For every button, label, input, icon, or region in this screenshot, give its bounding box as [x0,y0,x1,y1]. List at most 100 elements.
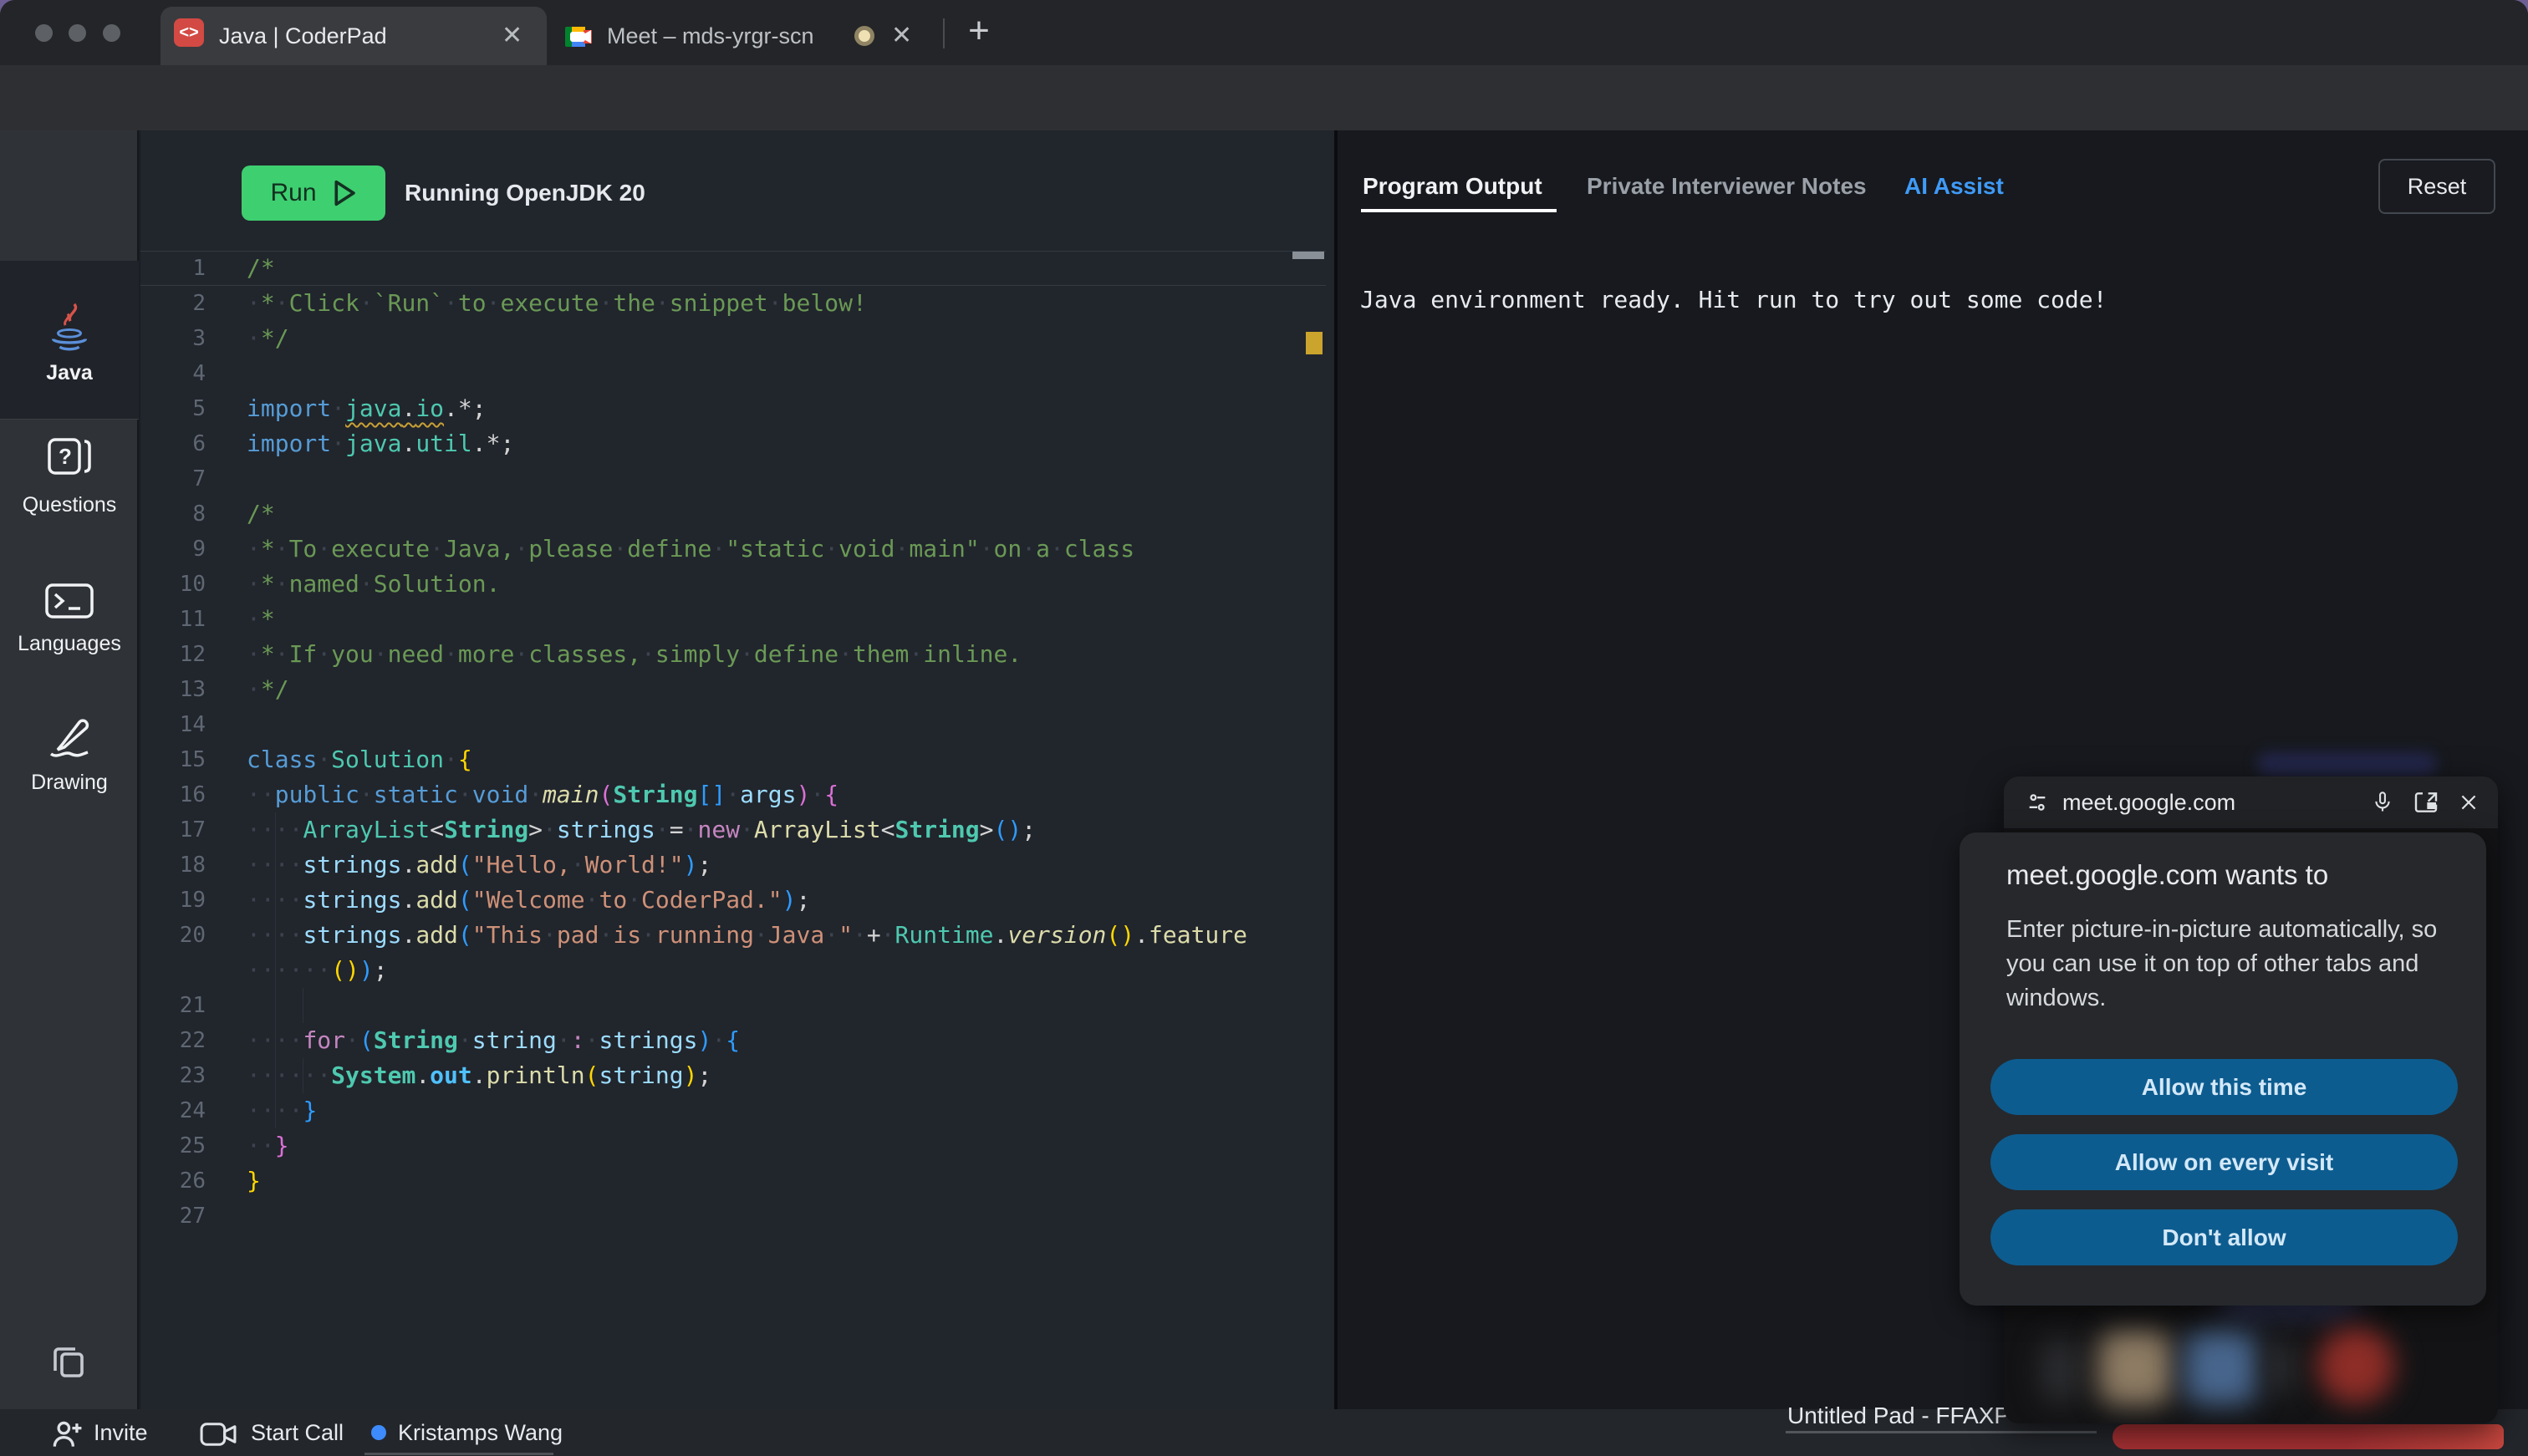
tab-meet-close-icon[interactable]: ✕ [891,7,912,65]
line-number: 23 [140,1058,206,1093]
code-line: 26} [140,1163,1326,1199]
line-number: 1 [140,251,206,286]
tab-program-output[interactable]: Program Output [1363,160,1542,212]
allow-this-time-button[interactable]: Allow this time [1990,1059,2458,1115]
sidebar-item-drawing[interactable]: Drawing [0,715,139,795]
line-number: 10 [140,567,206,602]
macos-close-button[interactable] [35,24,53,42]
code-line: 9·*·To·execute·Java,·please·define·"stat… [140,532,1326,567]
code-line: 24····} [140,1093,1326,1128]
end-interview-bar[interactable] [2113,1424,2504,1449]
active-tab-underline [1361,209,1557,212]
start-call-button[interactable]: Start Call [251,1409,344,1456]
user-name[interactable]: Kristamps Wang [398,1409,563,1456]
pip-permission-dialog: meet.google.com wants to Enter picture-i… [1960,832,2486,1306]
sidebar-item-languages[interactable]: Languages [0,582,139,656]
sidebar-languages-label: Languages [0,632,139,656]
pad-title[interactable]: Untitled Pad - FFAXP [1787,1403,2010,1429]
run-button[interactable]: Run [242,165,385,221]
line-number: 17 [140,812,206,848]
user-presence-dot [371,1425,386,1440]
pip-leave-call-button-blurred[interactable] [2317,1327,2394,1404]
code-line: 16··public·static·void·main(String[]·arg… [140,777,1326,812]
pip-close-icon[interactable] [2458,792,2480,813]
tab-divider [943,18,945,48]
line-number: 6 [140,426,206,461]
line-number: 24 [140,1093,206,1128]
code-line: 8/* [140,496,1326,532]
macos-minimize-button[interactable] [69,24,86,42]
line-number: 18 [140,848,206,883]
pip-camera-button-blurred[interactable] [2184,1331,2258,1405]
line-number: 3 [140,321,206,356]
line-number: 22 [140,1023,206,1058]
overview-ruler-warning-marker [1306,332,1323,354]
new-tab-button[interactable]: + [958,10,1000,52]
sidebar-questions-label: Questions [0,493,139,517]
line-number: 25 [140,1128,206,1163]
invite-button[interactable]: Invite [94,1409,148,1456]
copy-pad-icon[interactable] [48,1341,89,1381]
code-line: 21 [140,988,1326,1023]
browser-tab-strip: <> Java | CoderPad ✕ Meet – mds-yrgr-scn… [0,0,2528,65]
tab-ai-assist[interactable]: AI Assist [1904,160,2004,212]
code-line: ······()); [140,953,1326,988]
reset-button[interactable]: Reset [2378,159,2495,214]
sidebar-item-questions[interactable]: ? Questions [0,435,139,517]
code-line: 15class·Solution·{ [140,742,1326,777]
dialog-body: Enter picture-in-picture automatically, … [2006,913,2448,1016]
sidebar-item-java[interactable]: Java [0,261,139,420]
svg-text:?: ? [59,444,72,469]
code-line: 2·*·Click·`Run`·to·execute·the·snippet·b… [140,286,1326,321]
code-line: 17····ArrayList<String>·strings·=·new·Ar… [140,812,1326,848]
pip-glow [2257,752,2437,776]
line-number: 19 [140,883,206,918]
dont-allow-button[interactable]: Don't allow [1990,1209,2458,1265]
code-line: 11·* [140,602,1326,637]
pip-mic-button-blurred[interactable] [2098,1331,2172,1405]
tab-meet[interactable]: Meet – mds-yrgr-scn [552,7,945,65]
start-call-camera-icon[interactable] [199,1418,237,1451]
code-editor[interactable]: 1/*2·*·Click·`Run`·to·execute·the·snippe… [140,251,1326,1234]
line-number: 20 [140,918,206,953]
code-line: 18····strings.add("Hello,·World!"); [140,848,1326,883]
coderpad-favicon: <> [174,18,204,47]
runtime-status: Running OpenJDK 20 [405,165,645,221]
pip-header[interactable]: meet.google.com [2004,776,2498,828]
tab-coderpad-title: Java | CoderPad [219,7,387,65]
line-number: 8 [140,496,206,532]
code-line: 7 [140,461,1326,496]
line-number: 15 [140,742,206,777]
line-number: 2 [140,286,206,321]
code-line: 23······System.out.println(string); [140,1058,1326,1093]
terminal-icon [43,582,95,620]
macos-zoom-button[interactable] [103,24,120,42]
mic-icon[interactable] [2371,791,2394,814]
play-icon [332,179,357,207]
browser-toolbar: app.coderpad.io/FFAXP9GM G 文 G 文 [0,65,2528,130]
code-line: 20····strings.add("This·pad·is·running·J… [140,918,1326,953]
line-number: 21 [140,988,206,1023]
code-line: 25··} [140,1128,1326,1163]
code-line: 10·*·named·Solution. [140,567,1326,602]
pip-toggle-icon[interactable] [2413,790,2439,815]
code-line: 1/* [140,251,1326,286]
line-number: 27 [140,1199,206,1234]
invite-person-icon[interactable] [48,1416,85,1453]
tab-private-interviewer-notes[interactable]: Private Interviewer Notes [1587,160,1867,212]
allow-on-every-visit-button[interactable]: Allow on every visit [1990,1134,2458,1190]
tab-coderpad-close-icon[interactable]: ✕ [502,7,522,65]
editor-scrollbar-thumb[interactable] [1292,252,1324,259]
line-number: 14 [140,707,206,742]
line-number: 16 [140,777,206,812]
pip-site-settings-icon[interactable] [2026,791,2049,814]
line-number: 13 [140,672,206,707]
meet-favicon [563,22,594,52]
program-output-text: Java environment ready. Hit run to try o… [1360,286,2107,313]
pip-blurred-control [2040,1337,2082,1404]
line-number: 7 [140,461,206,496]
user-name-underline [364,1453,553,1455]
line-number: 9 [140,532,206,567]
code-line: 27 [140,1199,1326,1234]
tab-coderpad[interactable]: <> Java | CoderPad ✕ [161,7,547,65]
